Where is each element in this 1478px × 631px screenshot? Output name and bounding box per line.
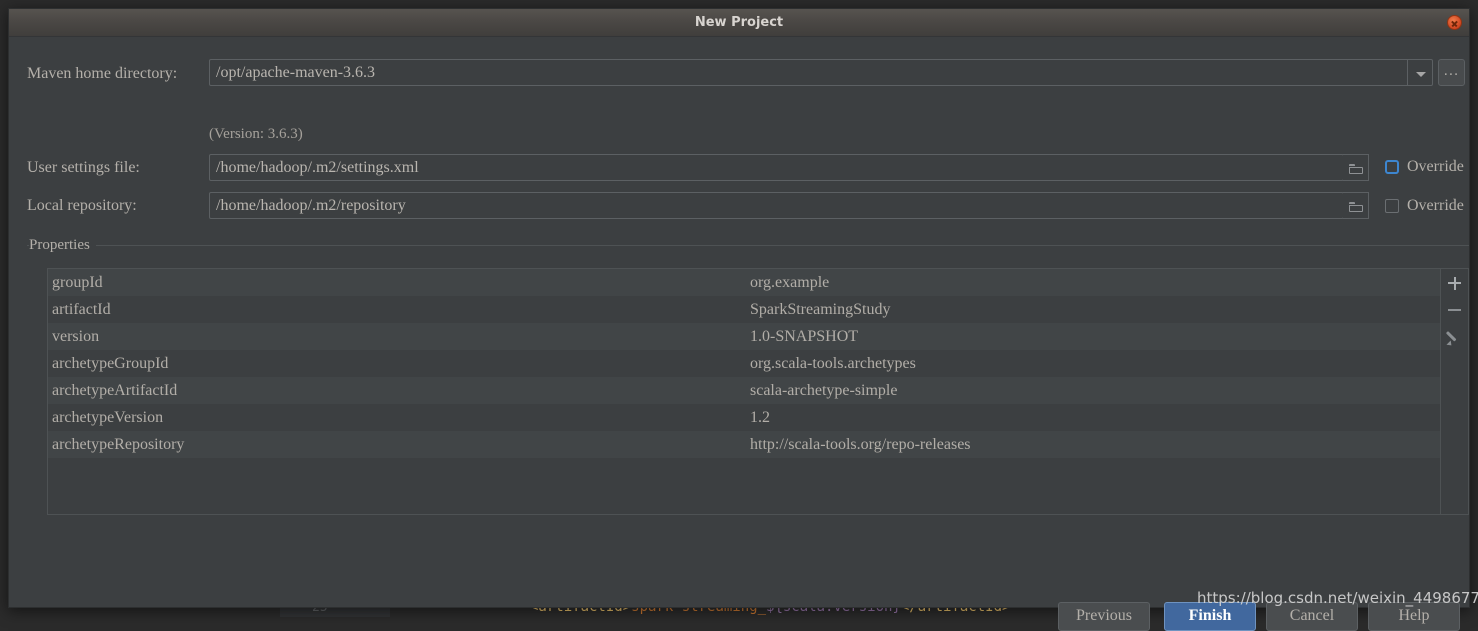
screen: xsi:schemaLocation="http://maven.apache.… — [0, 0, 1478, 631]
new-project-dialog: New Project Maven home directory: /opt/a… — [8, 8, 1470, 631]
table-row[interactable]: version 1.0-SNAPSHOT — [48, 323, 1440, 350]
property-value: org.example — [750, 274, 830, 291]
property-key: archetypeRepository — [52, 436, 185, 453]
maven-version-note: (Version: 3.6.3) — [209, 126, 303, 142]
properties-legend: Properties — [29, 236, 96, 254]
edit-property-button[interactable] — [1441, 323, 1468, 350]
maven-home-browse-button[interactable]: ... — [1438, 59, 1465, 86]
table-row[interactable]: groupId org.example — [48, 269, 1440, 296]
property-value: scala-archetype-simple — [750, 382, 898, 399]
dialog-title: New Project — [694, 15, 784, 30]
folder-icon — [1349, 202, 1363, 212]
local-repository-label: Local repository: — [27, 197, 137, 214]
dialog-titlebar[interactable]: New Project — [9, 9, 1469, 37]
properties-table[interactable]: groupId org.example artifactId SparkStre… — [47, 268, 1441, 515]
user-settings-override-label: Override — [1407, 158, 1464, 175]
property-value: 1.2 — [750, 409, 770, 426]
property-key: version — [52, 328, 100, 345]
close-icon[interactable] — [1447, 15, 1462, 30]
property-key: groupId — [52, 274, 103, 291]
checkbox-box — [1385, 199, 1399, 213]
property-value: org.scala-tools.archetypes — [750, 355, 916, 372]
properties-toolbar — [1441, 268, 1469, 515]
property-key: archetypeVersion — [52, 409, 164, 426]
properties-group-divider — [27, 245, 1469, 246]
user-settings-folder-button[interactable] — [1343, 154, 1369, 181]
dialog-body: Maven home directory: /opt/apache-maven-… — [9, 37, 1469, 631]
table-row[interactable]: archetypeRepository http://scala-tools.o… — [48, 431, 1440, 458]
table-row[interactable]: archetypeArtifactId scala-archetype-simp… — [48, 377, 1440, 404]
checkbox-box — [1385, 160, 1399, 174]
maven-home-input[interactable]: /opt/apache-maven-3.6.3 — [209, 59, 1410, 86]
table-row[interactable]: archetypeVersion 1.2 — [48, 404, 1440, 431]
local-repository-override-label: Override — [1407, 197, 1464, 214]
add-property-button[interactable] — [1441, 269, 1468, 296]
property-key: archetypeArtifactId — [52, 382, 178, 399]
table-row[interactable]: archetypeGroupId org.scala-tools.archety… — [48, 350, 1440, 377]
maven-home-label: Maven home directory: — [27, 65, 178, 82]
chevron-down-icon[interactable] — [1407, 59, 1433, 86]
local-repository-folder-button[interactable] — [1343, 192, 1369, 219]
local-repository-input[interactable]: /home/hadoop/.m2/repository — [209, 192, 1344, 219]
property-value: 1.0-SNAPSHOT — [750, 328, 859, 345]
folder-icon — [1349, 164, 1363, 174]
remove-property-button[interactable] — [1441, 296, 1468, 323]
user-settings-input[interactable]: /home/hadoop/.m2/settings.xml — [209, 154, 1344, 181]
property-value: SparkStreamingStudy — [750, 301, 891, 318]
table-row[interactable]: artifactId SparkStreamingStudy — [48, 296, 1440, 323]
user-settings-label: User settings file: — [27, 159, 140, 176]
watermark: https://blog.csdn.net/weixin_44986776 — [1197, 589, 1478, 607]
property-key: archetypeGroupId — [52, 355, 169, 372]
property-value: http://scala-tools.org/repo-releases — [750, 436, 971, 453]
property-key: artifactId — [52, 301, 111, 318]
